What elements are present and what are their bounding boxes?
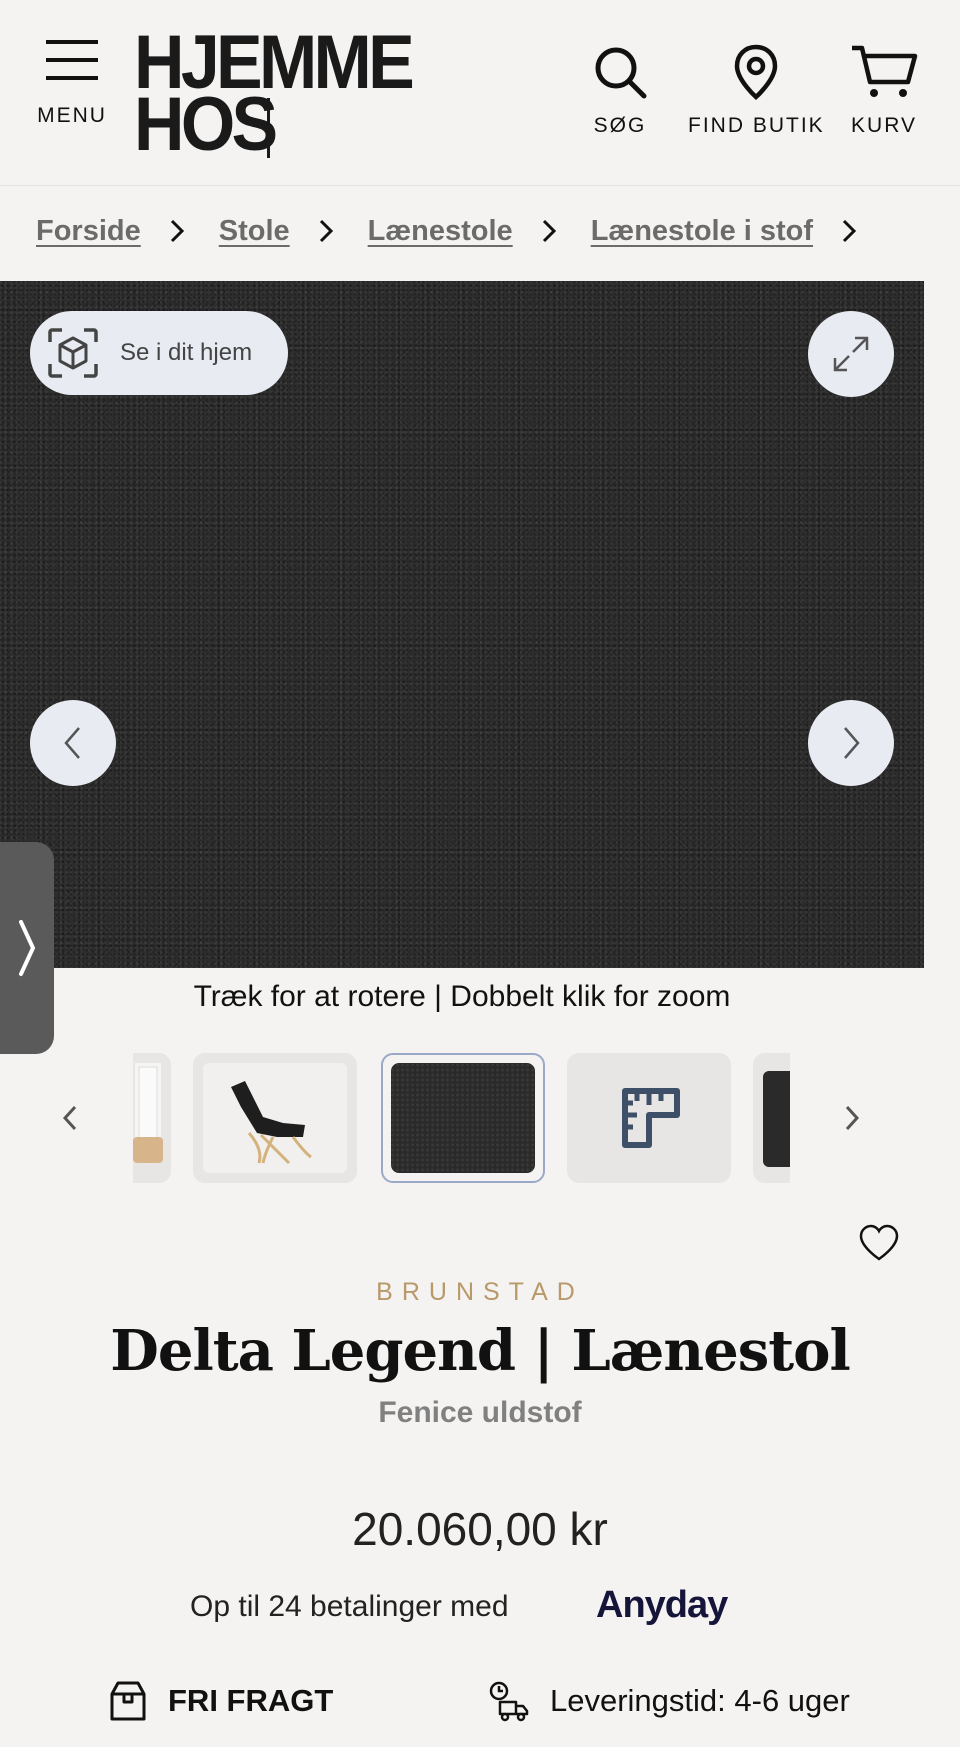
thumbnail-dimensions[interactable]: [567, 1053, 731, 1183]
viewer-hint: Træk for at rotere | Dobbelt klik for zo…: [193, 980, 731, 1013]
installments-text: Op til 24 betalinger med: [190, 1590, 509, 1623]
product-brand[interactable]: BRUNSTAD: [0, 1278, 960, 1307]
breadcrumb-fabric-armchairs[interactable]: Lænestole i stof: [591, 215, 813, 248]
delivery-time-usp: Leveringstid: 4-6 uger: [488, 1680, 850, 1722]
search-icon: [595, 47, 647, 99]
logo-bar: [267, 98, 270, 158]
room-scene-thumbnail: [133, 1053, 171, 1183]
view-in-home-button[interactable]: Se i dit hjem: [30, 311, 288, 395]
chevron-left-icon: [64, 727, 80, 759]
fabric-swatch-thumbnail: [391, 1063, 535, 1173]
fullscreen-button[interactable]: [808, 311, 894, 397]
chevron-right-icon: [841, 218, 857, 244]
search-label: SØG: [593, 114, 647, 137]
search-button[interactable]: SØG: [592, 44, 648, 138]
breadcrumb-home[interactable]: Forside: [36, 215, 141, 248]
free-shipping-label: FRI FRAGT: [168, 1683, 334, 1718]
view-in-home-label: Se i dit hjem: [120, 339, 253, 366]
product-price: 20.060,00 kr: [352, 1503, 608, 1555]
logo-line2: HOS: [134, 82, 278, 167]
chevron-right-icon: [844, 727, 860, 759]
delivery-truck-icon: [489, 1681, 529, 1722]
previous-image-button[interactable]: [30, 700, 116, 786]
chevron-right-icon: [19, 920, 36, 976]
hamburger-icon: [46, 40, 98, 80]
ar-cube-icon: [48, 328, 98, 378]
detail-thumbnail: [753, 1053, 790, 1183]
thumbnail-carousel: [0, 1050, 924, 1184]
thumbnail-room[interactable]: [133, 1053, 171, 1183]
package-icon: [110, 1681, 146, 1721]
free-shipping-usp: FRI FRAGT: [108, 1680, 333, 1722]
breadcrumb: Forside Stole Lænestole Lænestole i stof: [36, 206, 891, 256]
cart-icon: [852, 45, 918, 97]
find-store-button[interactable]: FIND BUTIK: [688, 44, 825, 138]
favorite-button[interactable]: [858, 1224, 900, 1266]
cart-label: KURV: [851, 114, 917, 137]
anyday-logo[interactable]: Anyday: [596, 1584, 728, 1627]
thumbnail-chair[interactable]: [193, 1053, 357, 1183]
cart-button[interactable]: KURV: [850, 44, 918, 138]
chevron-right-icon: [845, 1105, 860, 1131]
site-header: MENU HJEMME HOS SØG FIND BUTIK KURV: [0, 0, 960, 186]
thumbnail-track: [133, 1053, 790, 1183]
breadcrumb-armchairs[interactable]: Lænestole: [368, 215, 513, 248]
location-pin-icon: [735, 44, 778, 100]
delivery-time-label: Leveringstid: 4-6 uger: [550, 1683, 850, 1718]
thumbnails-prev-button[interactable]: [40, 1090, 100, 1146]
menu-label: MENU: [37, 104, 107, 127]
thumbnail-detail[interactable]: [753, 1053, 790, 1183]
chair-product-thumbnail: [193, 1053, 357, 1183]
chevron-right-icon: [541, 218, 557, 244]
chevron-right-icon: [318, 218, 334, 244]
side-drawer-tab[interactable]: [0, 842, 54, 1054]
ruler-icon: [622, 1088, 680, 1148]
find-store-label: FIND BUTIK: [688, 114, 825, 137]
next-image-button[interactable]: [808, 700, 894, 786]
chevron-right-icon: [169, 218, 185, 244]
heart-icon: [859, 1224, 899, 1261]
expand-icon: [833, 336, 869, 372]
product-image-viewer[interactable]: Se i dit hjem: [0, 281, 924, 968]
product-subtitle: Fenice uldstof: [378, 1396, 582, 1429]
breadcrumb-chairs[interactable]: Stole: [219, 215, 290, 248]
thumbnails-next-button[interactable]: [822, 1090, 882, 1146]
chevron-left-icon: [62, 1105, 77, 1131]
product-title: Delta Legend | Lænestol: [110, 1318, 850, 1384]
site-logo[interactable]: HJEMME HOS: [134, 25, 435, 167]
menu-button[interactable]: MENU: [32, 38, 112, 138]
thumbnail-fabric[interactable]: [381, 1053, 545, 1183]
